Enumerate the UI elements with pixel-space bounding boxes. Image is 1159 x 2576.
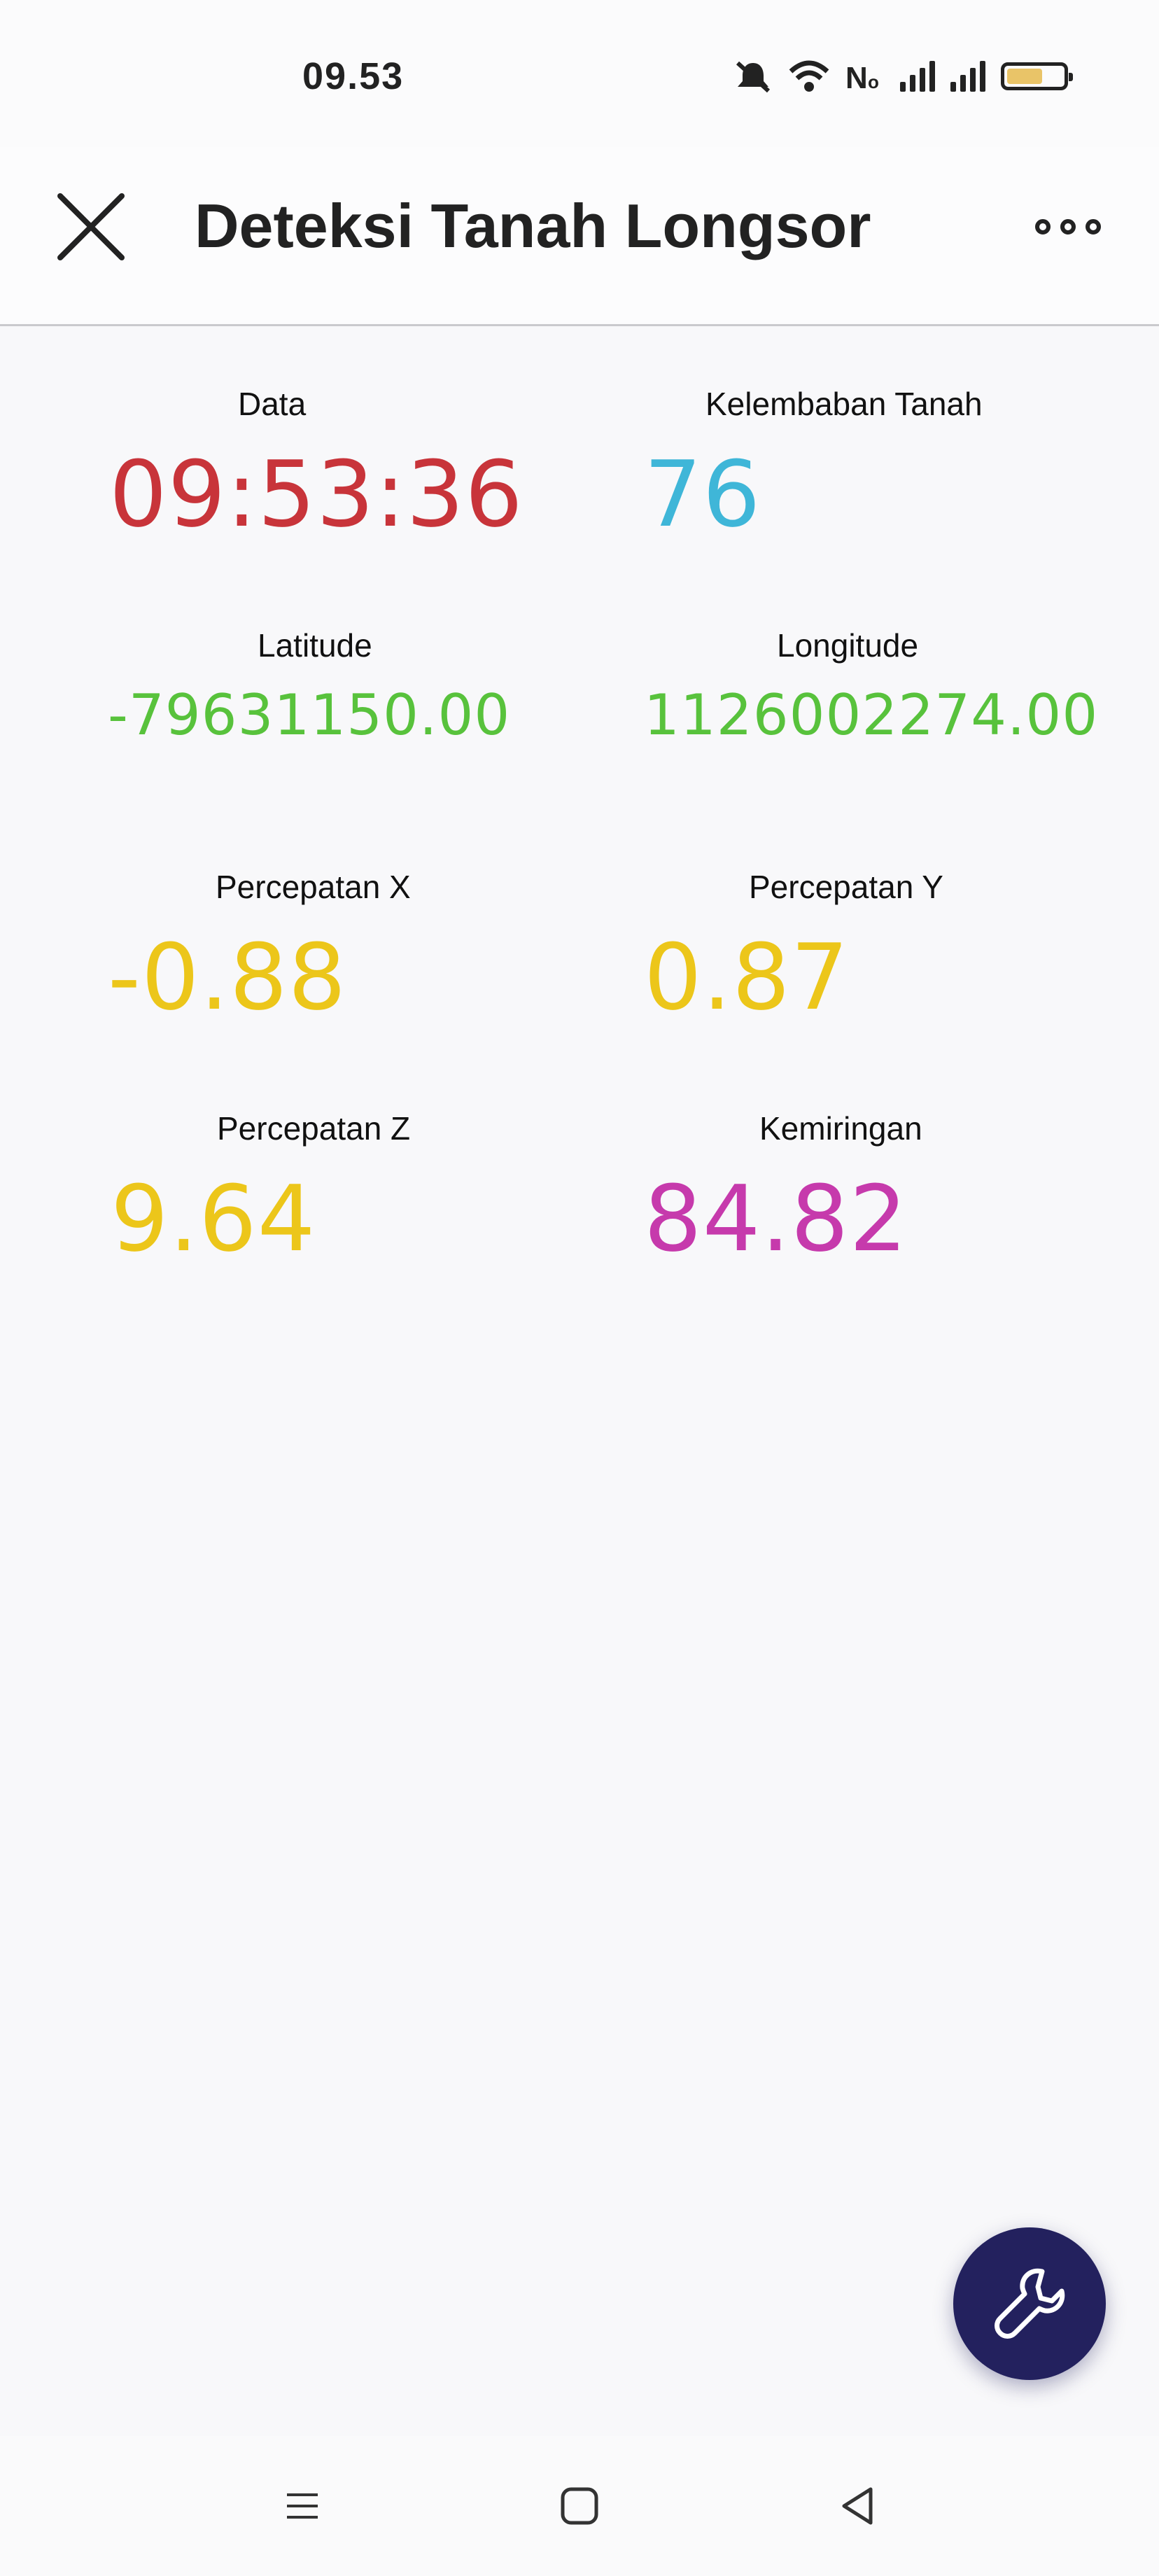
page-title: Deteksi Tanah Longsor <box>195 191 871 260</box>
reading-value: 76 <box>644 441 761 547</box>
reading-label: Percepatan Z <box>217 1110 411 1147</box>
reading-percepatan-y: Percepatan Y 0.87 <box>630 812 1159 1054</box>
signal-icon-2 <box>950 61 985 92</box>
reading-label: Data <box>238 386 307 422</box>
system-nav-bar <box>0 2436 1159 2576</box>
wifi-icon <box>789 60 829 92</box>
reading-percepatan-x: Percepatan X -0.88 <box>98 812 630 1054</box>
battery-icon <box>1001 62 1073 90</box>
nav-menu-button[interactable] <box>260 2464 344 2548</box>
reading-label: Percepatan X <box>216 869 411 905</box>
reading-data: Data 09:53:36 <box>98 329 630 570</box>
reading-kemiringan: Kemiringan 84.82 <box>630 1054 1159 1295</box>
status-icons: N o <box>733 56 1073 97</box>
reading-kelembaban-tanah: Kelembaban Tanah 76 <box>630 329 1159 570</box>
wrench-icon <box>995 2268 1065 2339</box>
status-bar: 09.53 N o <box>0 0 1159 147</box>
menu-icon <box>287 2493 318 2519</box>
close-icon <box>57 193 125 260</box>
reading-label: Percepatan Y <box>749 869 943 905</box>
nav-home-button[interactable] <box>538 2464 621 2548</box>
reading-value: -0.88 <box>108 924 347 1030</box>
reading-value: -79631150.00 <box>108 682 511 748</box>
svg-text:o: o <box>868 71 879 92</box>
reading-longitude: Longitude 1126002274.00 <box>630 570 1159 812</box>
settings-fab-button[interactable] <box>953 2227 1106 2380</box>
reading-percepatan-z: Percepatan Z 9.64 <box>98 1054 630 1295</box>
signal-icon-1 <box>900 61 935 92</box>
back-icon <box>842 2487 873 2525</box>
nav-back-button[interactable] <box>816 2464 900 2548</box>
reading-latitude: Latitude -79631150.00 <box>98 570 630 812</box>
reading-value: 84.82 <box>644 1166 908 1272</box>
app-bar: Deteksi Tanah Longsor <box>0 147 1159 326</box>
reading-value: 09:53:36 <box>109 441 524 547</box>
svg-text:N: N <box>845 61 868 94</box>
mute-icon <box>736 61 771 93</box>
close-button[interactable] <box>42 178 140 276</box>
more-button[interactable] <box>1019 192 1117 262</box>
reading-label: Longitude <box>777 627 919 664</box>
reading-label: Kelembaban Tanah <box>705 386 983 422</box>
volte-icon: N o <box>845 61 879 94</box>
home-icon <box>561 2487 598 2525</box>
status-time: 09.53 <box>302 55 405 97</box>
reading-label: Latitude <box>258 627 372 664</box>
reading-value: 0.87 <box>644 924 850 1030</box>
reading-value: 1126002274.00 <box>644 682 1099 748</box>
reading-label: Kemiringan <box>759 1110 922 1147</box>
more-icon <box>1035 219 1051 234</box>
reading-value: 9.64 <box>111 1166 316 1272</box>
